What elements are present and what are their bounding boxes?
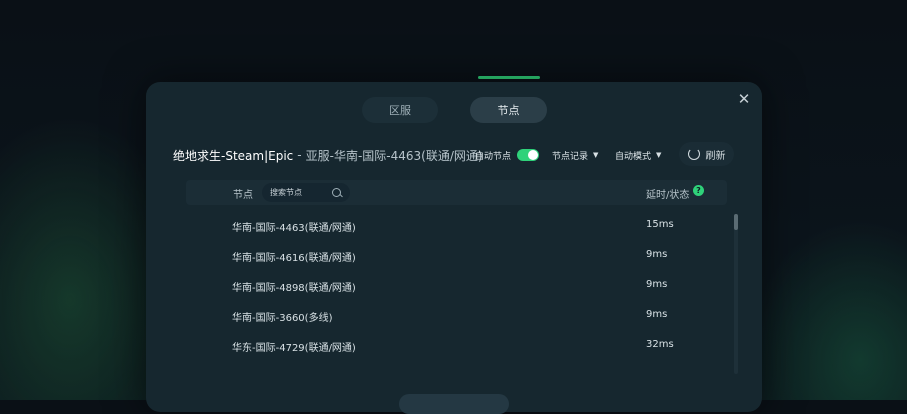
table-row[interactable]: 华南-国际-4463(联通/网通) 15ms bbox=[186, 214, 726, 238]
game-server-title: 绝地求生-Steam|Epic - 亚服-华南-国际-4463(联通/网通) bbox=[173, 146, 483, 164]
node-latency: 9ms bbox=[646, 279, 668, 290]
node-latency: 32ms bbox=[646, 339, 674, 350]
node-latency: 15ms bbox=[646, 219, 674, 230]
node-record-dropdown[interactable]: 节点记录 ▼ bbox=[552, 146, 598, 164]
refresh-button[interactable]: 刷新 bbox=[679, 142, 734, 166]
table-row[interactable]: 华南-国际-4616(联通/网通) 9ms bbox=[186, 244, 726, 268]
search-input[interactable] bbox=[270, 183, 330, 202]
refresh-icon bbox=[687, 148, 700, 160]
node-name: 华南-国际-4898(联通/网通) bbox=[232, 283, 356, 294]
node-table-header: 节点 延时/状态 ? bbox=[186, 180, 727, 205]
table-row[interactable]: 华南-国际-4898(联通/网通) 9ms bbox=[186, 274, 726, 298]
auto-node-control[interactable]: 自动节点 bbox=[475, 146, 540, 164]
search-icon[interactable] bbox=[332, 188, 341, 197]
active-indicator bbox=[478, 76, 540, 79]
caret-down-icon: ▼ bbox=[593, 151, 599, 159]
help-icon[interactable]: ? bbox=[693, 185, 704, 196]
node-name: 华东-国际-4729(联通/网通) bbox=[232, 343, 356, 354]
scrollbar-thumb[interactable] bbox=[734, 214, 738, 230]
node-record-label: 节点记录 bbox=[552, 151, 589, 162]
caret-down-icon: ▼ bbox=[656, 151, 662, 159]
auto-mode-dropdown[interactable]: 自动模式 ▼ bbox=[615, 146, 661, 164]
node-name: 华南-国际-3660(多线) bbox=[232, 313, 333, 324]
server-name: 亚服-华南-国际-4463(联通/网通) bbox=[305, 148, 483, 163]
auto-node-label: 自动节点 bbox=[475, 151, 512, 162]
tab-node[interactable]: 节点 bbox=[470, 97, 547, 123]
auto-node-toggle[interactable] bbox=[517, 149, 540, 161]
node-name: 华南-国际-4463(联通/网通) bbox=[232, 223, 356, 234]
column-header-latency: 延时/状态 bbox=[646, 190, 690, 201]
close-icon[interactable]: ✕ bbox=[735, 90, 753, 108]
list-scrollbar[interactable] bbox=[734, 214, 738, 374]
bottom-action-button[interactable] bbox=[399, 394, 509, 414]
node-name: 华南-国际-4616(联通/网通) bbox=[232, 253, 356, 264]
refresh-label: 刷新 bbox=[705, 150, 726, 162]
title-separator: - bbox=[297, 148, 302, 162]
table-row[interactable]: 华南-国际-3660(多线) 9ms bbox=[186, 304, 726, 328]
search-box[interactable] bbox=[262, 183, 350, 202]
node-latency: 9ms bbox=[646, 249, 668, 260]
column-header-node: 节点 bbox=[233, 190, 253, 201]
tab-region[interactable]: 区服 bbox=[362, 97, 438, 123]
auto-mode-label: 自动模式 bbox=[615, 151, 652, 162]
node-latency: 9ms bbox=[646, 309, 668, 320]
table-row[interactable]: 华东-国际-4729(联通/网通) 32ms bbox=[186, 334, 726, 358]
node-select-dialog: 区服 节点 ✕ 绝地求生-Steam|Epic - 亚服-华南-国际-4463(… bbox=[146, 82, 762, 414]
game-name: 绝地求生-Steam|Epic bbox=[173, 148, 294, 163]
